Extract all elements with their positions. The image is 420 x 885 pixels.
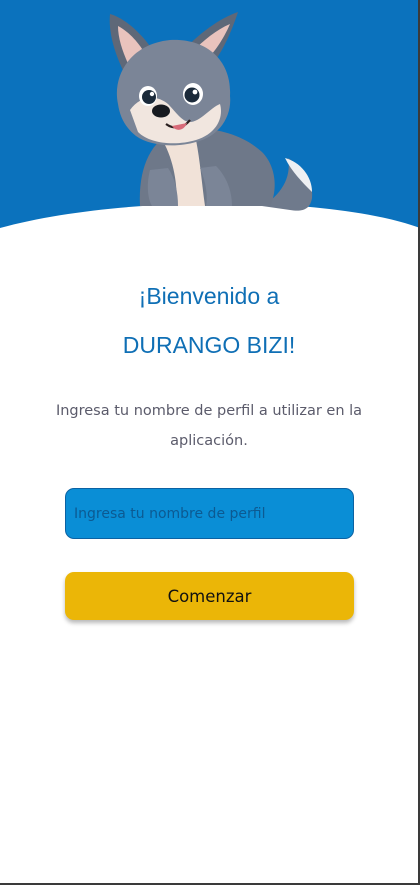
instructions-text: Ingresa tu nombre de perfil a utilizar e… — [55, 403, 363, 449]
welcome-screen: ¡Bienvenido a DURANGO BIZI! Ingresa tu n… — [0, 0, 420, 885]
wolf-mascot-icon — [109, 12, 313, 211]
start-button[interactable]: Comenzar — [65, 572, 354, 620]
app-name-title: DURANGO BIZI! — [122, 332, 296, 358]
profile-name-input[interactable] — [65, 488, 354, 539]
welcome-title: ¡Bienvenido a — [138, 283, 280, 309]
header-banner — [0, 0, 418, 260]
